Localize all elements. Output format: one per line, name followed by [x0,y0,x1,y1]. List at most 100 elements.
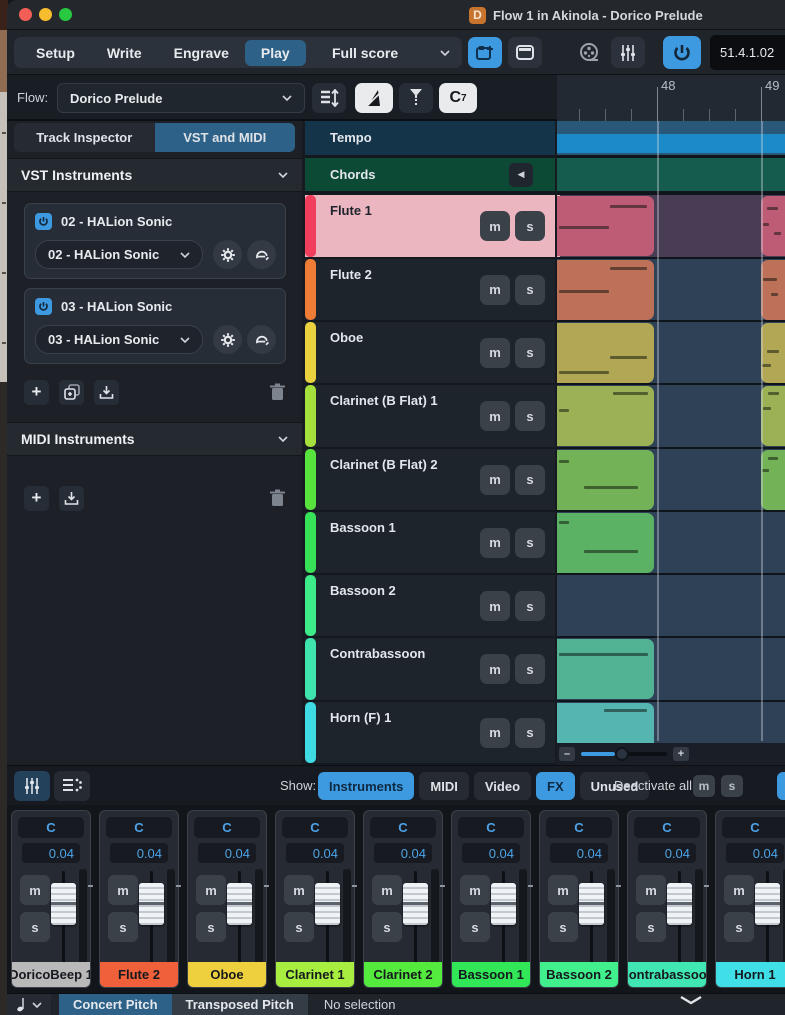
track-row[interactable]: Oboe m s [305,321,555,384]
vst-power-button[interactable] [35,298,52,315]
midi-clip[interactable] [557,386,654,447]
channel-mute-button[interactable]: m [372,875,402,905]
fader-value[interactable]: 0.04 [638,843,696,863]
vst-instruments-header[interactable]: VST Instruments [7,158,302,192]
track-mute-button[interactable]: m [480,527,510,558]
track-solo-button[interactable]: s [515,274,545,305]
pan-control[interactable]: C [18,817,84,838]
track-lane[interactable] [557,157,785,192]
track-height-button[interactable] [312,83,346,113]
window-layout-button[interactable] [508,37,542,68]
fader-handle[interactable] [227,883,252,925]
zoom-in-button[interactable]: + [673,747,689,761]
track-lane[interactable] [557,258,785,320]
track-mute-button[interactable]: m [480,591,510,622]
pan-control[interactable]: C [370,817,436,838]
track-solo-button[interactable]: s [515,401,545,432]
channel-mute-button[interactable]: m [636,875,666,905]
vst-edit-button[interactable] [247,325,276,354]
layout-select[interactable]: Full score [320,37,462,68]
channel-solo-button[interactable]: s [284,912,314,942]
track-lane[interactable] [557,448,785,510]
channel-solo-button[interactable]: s [372,912,402,942]
import-vst-button[interactable] [94,379,119,405]
activate-project-button[interactable] [663,36,701,69]
track-mute-button[interactable]: m [480,274,510,305]
track-row[interactable]: Tempo [305,121,555,155]
video-button[interactable] [575,37,605,68]
track-row[interactable]: Clarinet (B Flat) 2 m s [305,448,555,510]
channel-mute-button[interactable]: m [108,875,138,905]
zoom-slider[interactable] [581,747,667,761]
channel-mute-button[interactable]: m [548,875,578,905]
delete-midi-button[interactable] [269,489,286,507]
fader-value[interactable]: 0.04 [22,843,80,863]
filter-video[interactable]: Video [473,772,532,800]
vst-power-button[interactable] [35,213,52,230]
inspector-tab-track-inspector[interactable]: Track Inspector [14,123,155,152]
midi-clip[interactable] [761,322,785,383]
channel-mute-button[interactable]: m [196,875,226,905]
midi-clip[interactable] [761,196,785,257]
track-lane[interactable] [557,321,785,384]
track-lane[interactable] [557,511,785,574]
filter-fx[interactable]: FX [536,772,575,800]
track-row[interactable]: Chords ◀ [305,157,555,192]
track-solo-button[interactable]: s [515,591,545,622]
fader-value[interactable]: 0.04 [726,843,784,863]
chords-audition-button[interactable]: ◀ [509,162,533,187]
track-mute-button[interactable]: m [480,211,510,242]
collapse-panel-chevron-icon[interactable] [679,995,703,1005]
track-lane[interactable] [557,575,785,637]
deactivate-all-mute-button[interactable]: m [693,775,715,797]
deactivate-all-solo-button[interactable]: s [721,775,743,797]
midi-clip[interactable] [557,512,654,573]
midi-clip[interactable] [761,259,785,320]
track-mute-button[interactable]: m [480,337,510,368]
channel-solo-button[interactable]: s [636,912,666,942]
transposed-pitch-button[interactable]: Transposed Pitch [171,994,308,1015]
pan-control[interactable]: C [634,817,700,838]
event-lanes[interactable] [557,121,785,765]
duplicate-vst-button[interactable] [59,379,84,405]
vst-plugin-select[interactable]: 02 - HALion Sonic [35,240,203,269]
flow-select[interactable]: Dorico Prelude [57,83,305,113]
cutoff-button[interactable] [777,772,785,800]
fader-handle[interactable] [403,883,428,925]
track-solo-button[interactable]: s [515,654,545,685]
track-row[interactable]: Bassoon 1 m s [305,511,555,574]
track-solo-button[interactable]: s [515,717,545,748]
concert-pitch-button[interactable]: Concert Pitch [59,994,172,1015]
zoom-out-button[interactable]: – [559,747,575,761]
new-tab-button[interactable] [468,37,502,68]
pan-control[interactable]: C [546,817,612,838]
fader-value[interactable]: 0.04 [550,843,608,863]
rhythmic-grid-select[interactable] [7,994,51,1015]
channel-solo-button[interactable]: s [724,912,754,942]
channel-solo-button[interactable]: s [20,912,50,942]
channel-list-button[interactable] [54,771,90,801]
track-lane[interactable] [557,121,785,155]
mode-tab-setup[interactable]: Setup [20,40,91,66]
midi-clip[interactable] [557,449,654,510]
zoom-window-icon[interactable] [59,8,72,21]
insert-mode-button[interactable] [399,83,433,113]
close-window-icon[interactable] [19,8,32,21]
track-row[interactable]: Bassoon 2 m s [305,575,555,637]
channel-solo-button[interactable]: s [196,912,226,942]
import-midi-button[interactable] [59,485,84,511]
fader-value[interactable]: 0.04 [110,843,168,863]
chord-track-button[interactable]: C7 [439,83,477,113]
pan-control[interactable]: C [722,817,785,838]
pan-control[interactable]: C [458,817,524,838]
track-row[interactable]: Contrabassoon m s [305,638,555,700]
track-row[interactable]: Flute 2 m s [305,258,555,320]
played-durations-button[interactable] [355,83,393,113]
midi-clip[interactable] [761,449,785,510]
midi-clip[interactable] [557,259,654,320]
mode-tab-write[interactable]: Write [91,40,158,66]
track-lane[interactable] [557,385,785,447]
channel-mute-button[interactable]: m [284,875,314,905]
midi-clip[interactable] [557,639,654,700]
fader-handle[interactable] [491,883,516,925]
